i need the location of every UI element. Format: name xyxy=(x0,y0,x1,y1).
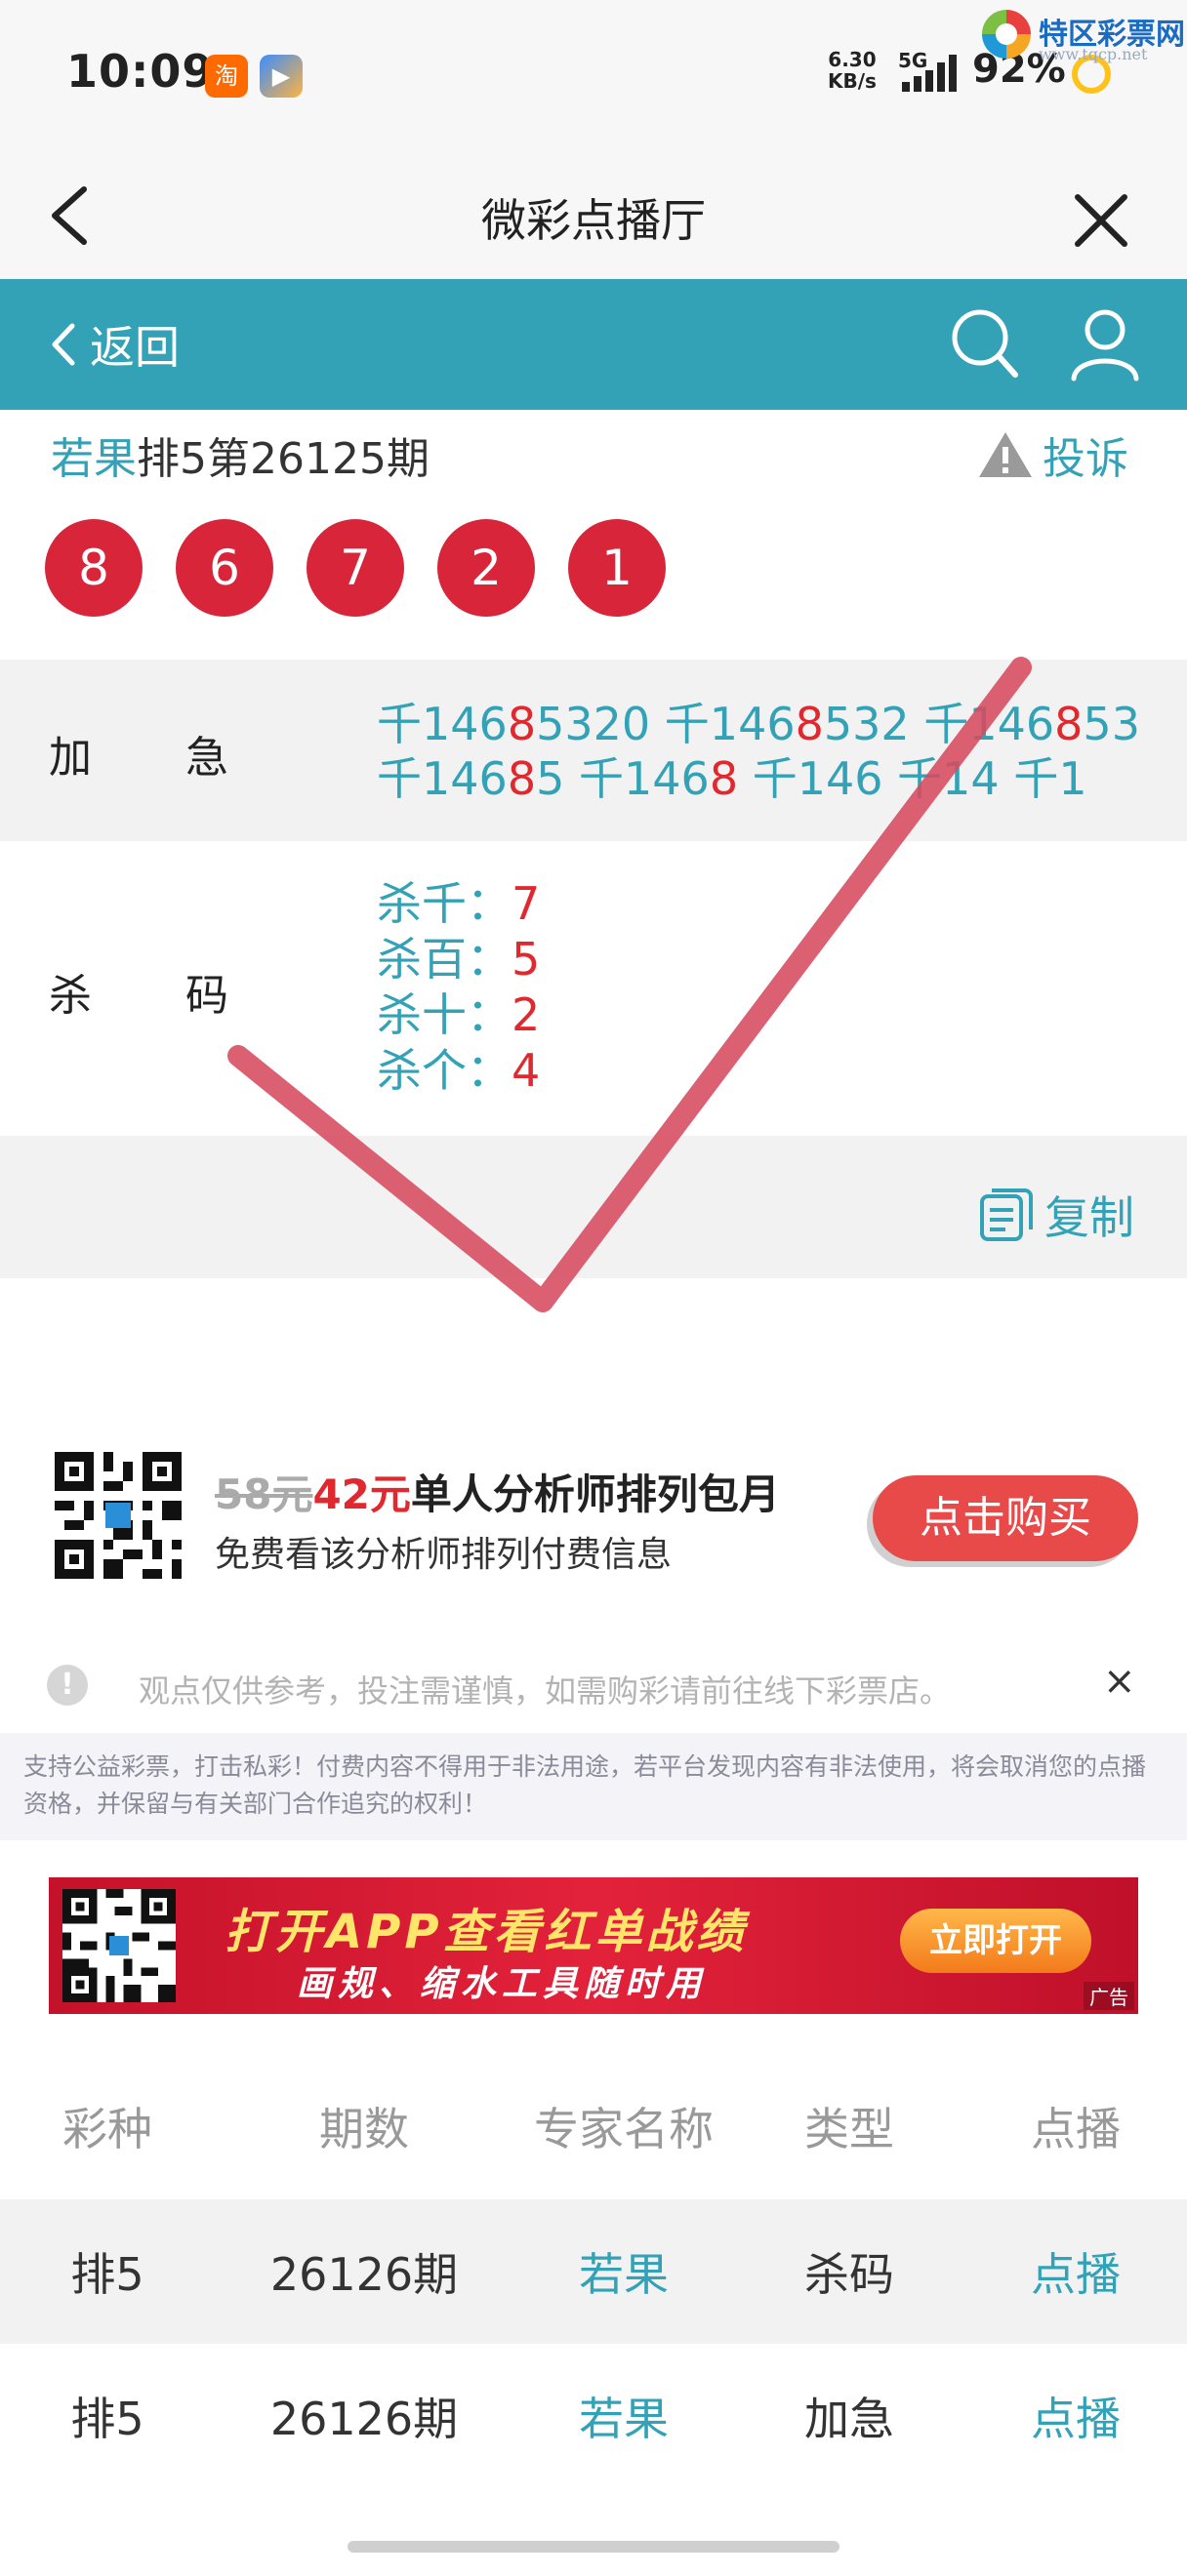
status-time: 10:09 xyxy=(66,45,215,98)
net-speed-value: 6.30 xyxy=(828,48,877,71)
jiaji-item: 千1468532 xyxy=(664,698,910,750)
net-speed-unit: KB/s xyxy=(828,69,877,93)
cell-expert-link[interactable]: 若果 xyxy=(521,2239,726,2304)
watermark-url: www.tqcp.net xyxy=(1039,45,1148,63)
ad-open-button[interactable]: 立即打开 xyxy=(900,1909,1091,1973)
close-icon[interactable] xyxy=(1072,191,1130,250)
shama-list: 杀千：7 杀百：5 杀十：2 杀个：4 xyxy=(377,876,540,1099)
info-icon: ! xyxy=(47,1665,88,1706)
copy-icon xyxy=(980,1188,1033,1241)
cell-play-link[interactable]: 点播 xyxy=(998,2384,1154,2448)
cell-issue: 26126期 xyxy=(269,2248,459,2301)
chevron-left-icon xyxy=(52,323,75,366)
cell-lottery: 排5 xyxy=(70,2393,144,2445)
qr-code-icon xyxy=(55,1452,182,1579)
user-icon[interactable] xyxy=(1066,304,1144,382)
jiaji-item: 千1468 xyxy=(579,752,739,805)
qr-code-icon xyxy=(62,1889,176,2002)
buy-button[interactable]: 点击购买 xyxy=(873,1475,1138,1561)
notice-text: 观点仅供参考，投注需谨慎，如需购彩请前往线下彩票店。 xyxy=(139,1672,952,1710)
draw-ball: 1 xyxy=(568,519,666,617)
copy-row: 复制 xyxy=(0,1136,1187,1278)
app-notification-icon: ▶ xyxy=(260,55,303,98)
jiaji-label: 加急 xyxy=(49,733,322,783)
copy-button[interactable]: 复制 xyxy=(978,1183,1134,1247)
shama-item: 杀十：2 xyxy=(377,988,541,1041)
promo-title-text: 单人分析师排列包月 xyxy=(410,1470,780,1518)
draw-ball: 8 xyxy=(45,519,143,617)
page-title: 微彩点播厅 xyxy=(481,194,706,247)
jiaji-item: 千14685320 xyxy=(377,698,651,750)
status-bar: 10:09 淘 ▶ 6.30 KB/s 5G 92% 特区彩票网 www.tqc… xyxy=(0,0,1187,146)
ad-headline: 打开APP查看红单战绩 xyxy=(225,1905,748,1959)
nav-back-button[interactable]: 返回 xyxy=(49,314,180,375)
issue-heading: 若果排5第26125期 xyxy=(51,423,430,486)
copy-label: 复制 xyxy=(1044,1191,1134,1244)
column-header: 彩种 xyxy=(62,2103,152,2155)
taobao-notification-icon: 淘 xyxy=(205,55,248,98)
shama-row: 杀码 杀千：7 杀百：5 杀十：2 杀个：4 xyxy=(0,841,1187,1136)
legal-text: 支持公益彩票，打击私彩！付费内容不得用于非法用途，若平台发现内容有非法使用，将会… xyxy=(0,1733,1187,1840)
nav-back-label: 返回 xyxy=(90,321,180,374)
title-bar: 微彩点播厅 xyxy=(0,146,1187,279)
shama-item: 杀千：7 xyxy=(377,877,541,930)
expert-name-link[interactable]: 若果 xyxy=(51,434,137,484)
column-header: 类型 xyxy=(804,2103,894,2155)
cell-play-link[interactable]: 点播 xyxy=(998,2239,1154,2304)
complain-label: 投诉 xyxy=(1043,434,1128,484)
jiaji-item: 千146853 xyxy=(923,698,1140,750)
table-row[interactable]: 排5 26126期 若果 加急 点播 xyxy=(0,2344,1187,2488)
jiaji-item: 千1 xyxy=(1013,752,1087,805)
table-header: 彩种 期数 专家名称 类型 点播 xyxy=(0,2053,1187,2199)
warning-icon xyxy=(979,432,1032,477)
cell-type: 加急 xyxy=(804,2393,894,2445)
cell-issue: 26126期 xyxy=(269,2393,459,2445)
jiaji-item: 千14685 xyxy=(377,752,565,805)
nav-bar: 返回 xyxy=(0,279,1187,410)
home-indicator[interactable] xyxy=(348,2541,839,2553)
shama-item: 杀百：5 xyxy=(377,933,541,986)
complain-button[interactable]: 投诉 xyxy=(976,423,1128,486)
ad-banner[interactable]: 打开APP查看红单战绩 画规、缩水工具随时用 立即打开 广告 xyxy=(49,1877,1138,2014)
watermark: 特区彩票网 www.tqcp.net xyxy=(982,4,1187,66)
column-header: 期数 xyxy=(319,2103,409,2155)
cell-type: 杀码 xyxy=(804,2248,894,2301)
shama-label: 杀码 xyxy=(49,971,322,1021)
draw-numbers: 8 6 7 2 1 xyxy=(45,519,699,617)
table-row[interactable]: 排5 26126期 若果 杀码 点播 xyxy=(0,2199,1187,2344)
jiaji-content: 千14685320 千1468532 千146853 千14685 千1468 … xyxy=(377,697,1158,806)
jiaji-item: 千146 xyxy=(752,752,883,805)
issue-title: 排5第26125期 xyxy=(137,434,430,484)
watermark-logo-icon xyxy=(982,10,1031,59)
draw-ball: 2 xyxy=(437,519,535,617)
signal-icon: 5G xyxy=(898,49,959,94)
cell-expert-link[interactable]: 若果 xyxy=(521,2384,726,2448)
promo-new-price: 42元 xyxy=(312,1470,411,1518)
close-notice-button[interactable]: × xyxy=(1103,1659,1136,1704)
cell-lottery: 排5 xyxy=(70,2248,144,2301)
draw-ball: 7 xyxy=(307,519,404,617)
ad-tag: 广告 xyxy=(1084,1982,1134,2010)
jiaji-item: 千14 xyxy=(897,752,1000,805)
ad-subline: 画规、缩水工具随时用 xyxy=(297,1964,708,2004)
jiaji-row: 加急 千14685320 千1468532 千146853 千14685 千14… xyxy=(0,660,1187,841)
promo-title: 58元42元单人分析师排列包月 xyxy=(215,1462,780,1521)
promo-subtitle: 免费看该分析师排列付费信息 xyxy=(215,1535,673,1575)
search-icon[interactable] xyxy=(947,304,1021,381)
shama-item: 杀个：4 xyxy=(377,1044,541,1097)
column-header: 点播 xyxy=(1031,2103,1121,2155)
promo-old-price: 58元 xyxy=(215,1470,313,1518)
column-header: 专家名称 xyxy=(534,2103,714,2155)
notice-bar: ! 观点仅供参考，投注需谨慎，如需购彩请前往线下彩票店。 × xyxy=(0,1649,1187,1723)
net-speed: 6.30 KB/s xyxy=(828,49,877,92)
draw-ball: 6 xyxy=(176,519,273,617)
